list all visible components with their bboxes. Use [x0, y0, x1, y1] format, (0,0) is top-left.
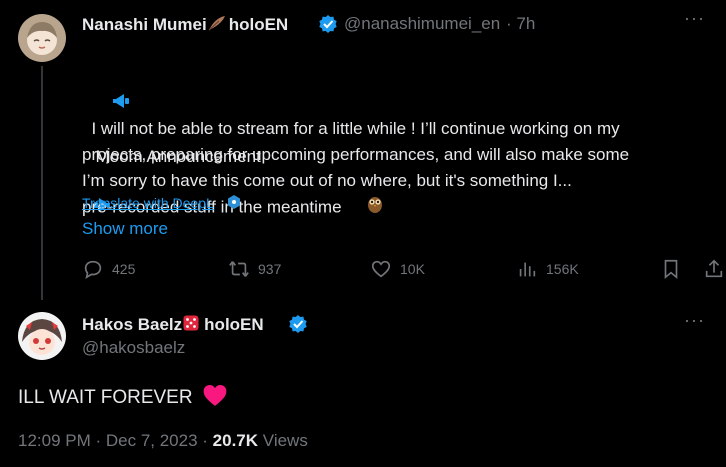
reply-more-options-icon[interactable]: ··· — [684, 310, 705, 331]
avatar[interactable] — [18, 14, 66, 62]
repost-icon — [229, 261, 249, 277]
repost-button[interactable]: 937 — [228, 258, 281, 280]
reply-icon — [84, 260, 102, 279]
author-handle[interactable]: @nanashimumei_en — [344, 14, 500, 34]
reply-author-name[interactable]: Hakos Baelz holoEN — [82, 314, 264, 337]
reply-button[interactable]: 425 — [82, 258, 135, 280]
tweet-body-continued: I’m sorry to have this come out of no wh… — [82, 171, 572, 190]
views-count: 156K — [546, 261, 579, 277]
red-heart-icon — [202, 383, 228, 413]
share-button[interactable] — [703, 258, 725, 280]
reply-timestamp[interactable]: 12:09 PM · Dec 7, 2023 · — [18, 431, 208, 450]
feather-icon — [207, 14, 229, 37]
repost-count: 937 — [258, 261, 282, 277]
like-count: 10K — [400, 261, 425, 277]
views-button[interactable]: 156K — [516, 258, 579, 280]
reply-views-label: Views — [262, 431, 308, 450]
more-options-icon[interactable]: ··· — [684, 8, 705, 29]
verified-badge-icon — [288, 314, 308, 334]
reply-meta: 12:09 PM · Dec 7, 2023 · 20.7K Views — [18, 431, 308, 451]
author-name[interactable]: Nanashi Mumei holoEN — [82, 14, 288, 37]
reply-author-handle[interactable]: @hakosbaelz — [82, 338, 185, 358]
dice-icon — [182, 314, 204, 337]
bookmark-button[interactable] — [660, 258, 682, 280]
reply-count: 425 — [112, 261, 136, 277]
like-button[interactable]: 10K — [370, 258, 425, 280]
show-more-link[interactable]: Show more — [82, 219, 168, 239]
deepl-icon — [226, 194, 242, 215]
views-icon — [519, 262, 536, 277]
reply-avatar[interactable] — [18, 312, 66, 360]
verified-badge-icon — [318, 14, 338, 34]
share-icon — [705, 259, 723, 278]
translate-link[interactable]: Translate with DeepL — [82, 195, 214, 211]
tweet-time[interactable]: · 7h — [506, 14, 535, 34]
heart-icon — [371, 260, 391, 278]
reply-views-count: 20.7K — [212, 431, 259, 450]
bookmark-icon — [664, 259, 678, 280]
reply-text: ILL WAIT FOREVER — [18, 383, 228, 413]
thread-line — [41, 66, 43, 300]
